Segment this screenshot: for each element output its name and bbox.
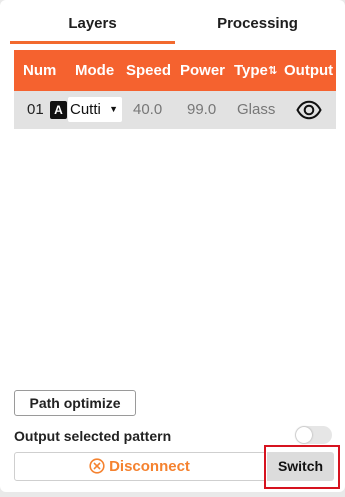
caret-down-icon: ▼ bbox=[109, 104, 118, 114]
switch-button[interactable]: Switch bbox=[267, 452, 334, 481]
column-header-num: Num bbox=[23, 62, 57, 79]
disconnect-label: Disconnect bbox=[109, 458, 190, 475]
layer-type: Glass bbox=[237, 101, 276, 118]
column-header-type: Type bbox=[234, 62, 268, 79]
column-header-mode: Mode bbox=[75, 62, 115, 79]
tab-bar: Layers Processing bbox=[0, 0, 345, 44]
mode-value: Cutti bbox=[70, 101, 101, 118]
toggle-knob bbox=[296, 427, 312, 443]
sort-icon[interactable]: ⇅ bbox=[268, 50, 277, 93]
layer-speed: 40.0 bbox=[133, 101, 163, 118]
mode-dropdown[interactable]: Cutti ▼ bbox=[68, 97, 122, 122]
column-header-power: Power bbox=[180, 62, 226, 79]
path-optimize-button[interactable]: Path optimize bbox=[14, 390, 136, 416]
layer-row[interactable]: 01 A Cutti ▼ 40.0 99.0 Glass bbox=[14, 91, 336, 129]
layers-panel: Layers Processing Num Mode Speed Power T… bbox=[0, 0, 345, 492]
layers-table-header: Num Mode Speed Power Type ⇅ Output bbox=[14, 50, 336, 91]
output-selected-label: Output selected pattern bbox=[14, 428, 172, 444]
tab-layers[interactable]: Layers bbox=[10, 0, 175, 44]
eye-icon[interactable] bbox=[296, 100, 322, 120]
disconnect-button[interactable]: Disconnect bbox=[14, 452, 265, 481]
close-circle-icon bbox=[89, 458, 105, 474]
column-header-output: Output bbox=[284, 62, 334, 79]
layer-num: 01 bbox=[27, 101, 44, 118]
active-tab-indicator bbox=[10, 41, 175, 44]
output-selected-toggle[interactable] bbox=[295, 426, 332, 444]
layer-power: 99.0 bbox=[187, 101, 217, 118]
tab-processing[interactable]: Processing bbox=[175, 0, 340, 44]
layer-color-badge: A bbox=[50, 101, 67, 119]
column-header-speed: Speed bbox=[126, 62, 172, 79]
